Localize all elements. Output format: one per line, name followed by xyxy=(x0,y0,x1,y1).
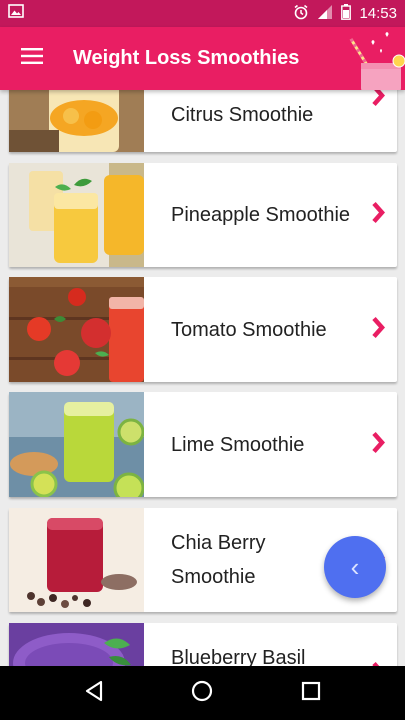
status-bar: 14:53 xyxy=(0,0,405,27)
smoothie-image xyxy=(9,90,144,152)
home-icon xyxy=(191,680,213,707)
smoothie-image xyxy=(9,163,144,267)
app-bar: Weight Loss Smoothies xyxy=(0,27,405,90)
signal-icon xyxy=(317,4,333,23)
smoothie-name: Citrus Smoothie xyxy=(171,104,314,126)
recents-icon xyxy=(301,681,321,706)
list-item[interactable]: Tomato Smoothie xyxy=(9,277,397,382)
smoothie-jar-icon xyxy=(343,27,405,90)
smoothie-name: Lime Smoothie xyxy=(171,433,305,456)
smoothie-name: Tomato Smoothie xyxy=(171,318,327,341)
list-item[interactable]: Lime Smoothie xyxy=(9,392,397,497)
menu-button[interactable] xyxy=(0,27,64,90)
chevron-right-icon xyxy=(371,431,386,458)
image-icon xyxy=(8,4,24,23)
nav-recents-button[interactable] xyxy=(286,666,336,720)
back-fab-button[interactable]: ‹ xyxy=(324,536,386,598)
list-item[interactable]: Blueberry Basil xyxy=(9,623,397,666)
smoothie-image xyxy=(9,508,144,612)
smoothie-name: Pineapple Smoothie xyxy=(171,204,351,226)
nav-home-button[interactable] xyxy=(177,666,227,720)
chevron-right-icon xyxy=(371,202,386,229)
smoothie-image xyxy=(9,277,144,382)
list-item[interactable]: Citrus Smoothie xyxy=(9,90,397,152)
status-time: 14:53 xyxy=(359,5,397,22)
smoothie-name: Chia Berry Smoothie xyxy=(171,532,266,588)
alarm-icon xyxy=(293,4,309,23)
chevron-right-icon xyxy=(371,90,386,112)
chevron-left-icon: ‹ xyxy=(350,551,360,582)
nav-back-button[interactable] xyxy=(69,666,119,720)
back-icon xyxy=(84,680,104,707)
list-item[interactable]: Pineapple Smoothie xyxy=(9,163,397,267)
system-nav-bar xyxy=(0,666,405,720)
battery-icon xyxy=(341,4,352,23)
smoothie-image xyxy=(9,623,144,666)
smoothie-name: Blueberry Basil xyxy=(171,647,306,666)
hamburger-menu-icon xyxy=(21,48,43,69)
smoothie-image xyxy=(9,392,144,497)
chevron-right-icon xyxy=(371,316,386,343)
